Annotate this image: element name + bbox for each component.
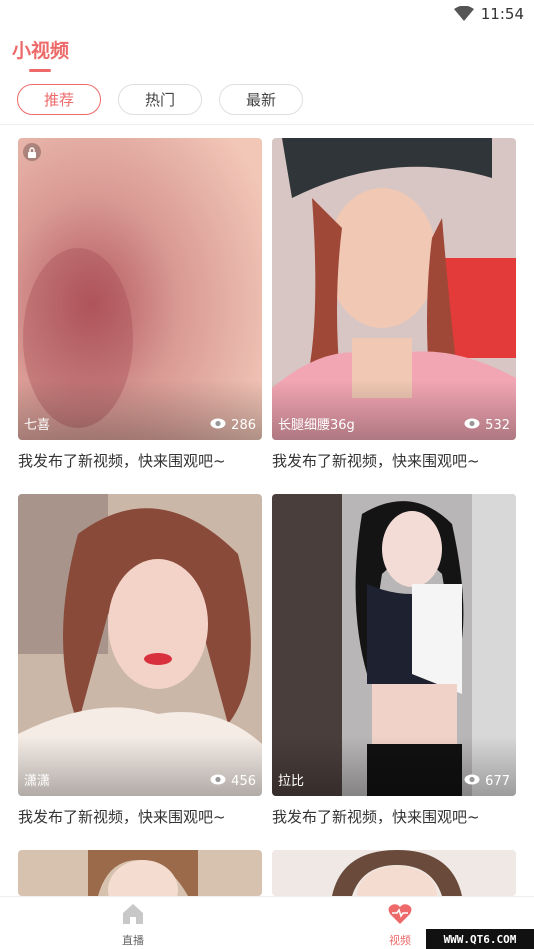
status-time: 11:54 — [480, 5, 524, 23]
video-card[interactable] — [272, 850, 516, 896]
wifi-icon — [454, 5, 474, 26]
view-count: 286 — [210, 418, 256, 433]
uploader-name: 长腿细腰36g — [278, 418, 355, 433]
status-bar: 11:54 — [0, 0, 534, 28]
uploader-name: 拉比 — [278, 774, 305, 789]
video-card[interactable]: 拉比 677 我发布了新视频，快来围观吧~ — [272, 494, 516, 827]
view-count-value: 677 — [485, 774, 510, 789]
filter-tabs: 推荐 热门 最新 — [17, 84, 303, 115]
video-card[interactable]: 潇潇 456 我发布了新视频，快来围观吧~ — [18, 494, 262, 827]
tab-recommended[interactable]: 推荐 — [17, 84, 101, 115]
nav-item-live[interactable]: 直播 — [103, 903, 163, 948]
view-count-value: 532 — [485, 418, 510, 433]
home-icon — [121, 903, 145, 929]
header: 小视频 推荐 热门 最新 — [0, 28, 534, 124]
video-caption: 我发布了新视频，快来围观吧~ — [18, 808, 226, 826]
page-title: 小视频 — [12, 40, 70, 62]
video-caption: 我发布了新视频，快来围观吧~ — [272, 452, 480, 470]
eye-icon — [464, 774, 480, 789]
uploader-name: 七喜 — [24, 418, 51, 433]
video-thumbnail[interactable] — [18, 850, 262, 896]
header-divider — [0, 124, 534, 125]
video-thumbnail[interactable]: 拉比 677 — [272, 494, 516, 796]
view-count-value: 286 — [231, 418, 256, 433]
tab-latest[interactable]: 最新 — [219, 84, 303, 115]
video-card[interactable] — [18, 850, 262, 896]
view-count-value: 456 — [231, 774, 256, 789]
eye-icon — [464, 418, 480, 433]
video-thumbnail[interactable]: 长腿细腰36g 532 — [272, 138, 516, 440]
video-card[interactable]: 长腿细腰36g 532 我发布了新视频，快来围观吧~ — [272, 138, 516, 471]
view-count: 532 — [464, 418, 510, 433]
tab-hot[interactable]: 热门 — [118, 84, 202, 115]
video-thumbnail[interactable]: 七喜 286 — [18, 138, 262, 440]
view-count: 677 — [464, 774, 510, 789]
view-count: 456 — [210, 774, 256, 789]
video-caption: 我发布了新视频，快来围观吧~ — [18, 452, 226, 470]
eye-icon — [210, 418, 226, 433]
video-thumbnail[interactable] — [272, 850, 516, 896]
heartbeat-icon — [388, 903, 412, 929]
video-card[interactable]: 七喜 286 我发布了新视频，快来围观吧~ — [18, 138, 262, 471]
title-underline — [29, 69, 51, 72]
lock-icon — [23, 143, 41, 161]
uploader-name: 潇潇 — [24, 774, 51, 789]
eye-icon — [210, 774, 226, 789]
nav-label: 视频 — [389, 934, 411, 947]
video-caption: 我发布了新视频，快来围观吧~ — [272, 808, 480, 826]
watermark: WWW.QT6.COM — [426, 929, 534, 949]
video-thumbnail[interactable]: 潇潇 456 — [18, 494, 262, 796]
nav-label: 直播 — [122, 934, 144, 947]
nav-item-video[interactable]: 视频 — [370, 903, 430, 948]
